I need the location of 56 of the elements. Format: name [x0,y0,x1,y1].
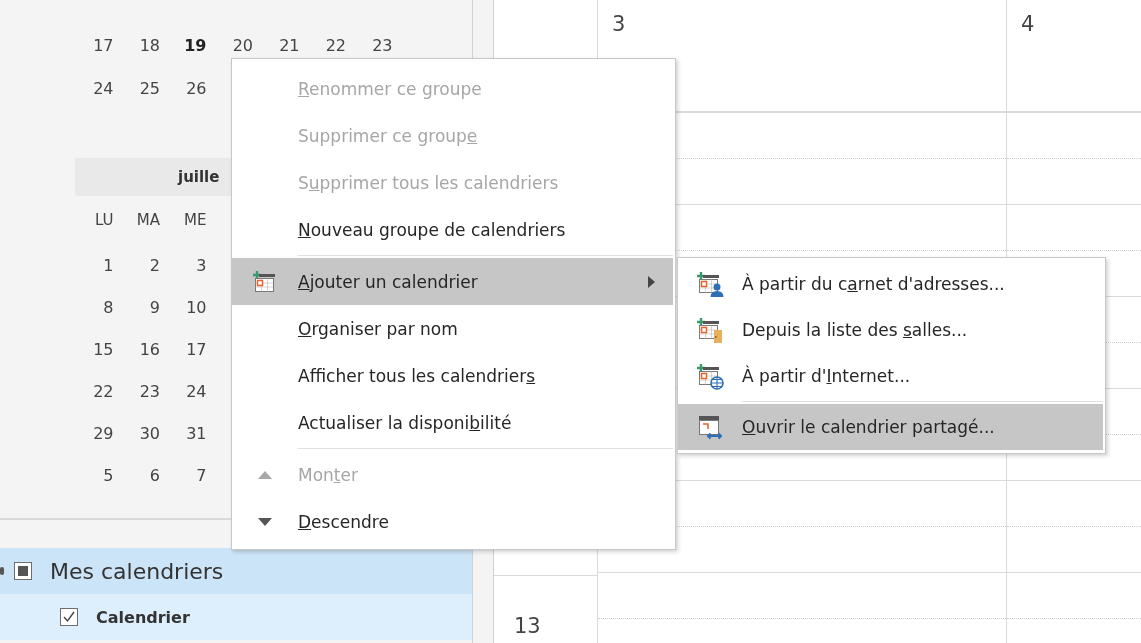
date-cell[interactable]: 29 [71,423,118,443]
month-title: juille [178,168,220,186]
calendar-share-icon [696,413,724,441]
date-cell[interactable]: 9 [117,297,164,317]
menu-item[interactable]: À partir du carnet d'adresses... [678,261,1103,307]
date-cell[interactable]: 20 [210,36,257,55]
date-cell[interactable]: 15 [71,339,118,359]
calendar-globe-icon [696,362,724,390]
menu-item[interactable]: Actualiser la disponibilité [232,399,673,446]
day-number: 4 [1021,12,1035,36]
calendar-add-icon [252,268,278,295]
date-cell[interactable]: 16 [117,339,164,359]
weekday-label: LU [93,211,115,229]
checkbox[interactable] [60,608,78,626]
calendar-door-icon [696,316,724,344]
menu-item[interactable]: Descendre [232,498,673,545]
date-cell[interactable]: 7 [164,465,211,485]
date-cell[interactable]: 24 [71,79,118,98]
menu-item[interactable]: Organiser par nom [232,305,673,352]
date-cell[interactable]: 6 [117,465,164,485]
date-cell[interactable]: 23 [350,36,397,55]
weekday-label: MA [135,211,161,229]
date-cell[interactable]: 31 [164,423,211,443]
menu-item[interactable]: Ajouter un calendrier [232,258,673,305]
time-label: 13 [514,614,541,638]
menu-item[interactable]: À partir d'Internet... [678,353,1103,399]
calendar-group[interactable]: Mes calendriers [0,548,472,594]
date-cell[interactable]: 24 [164,381,211,401]
menu-item[interactable]: Ouvrir le calendrier partagé... [678,404,1103,450]
arrow-up-icon [257,469,273,480]
date-cell[interactable]: 5 [71,465,118,485]
date-cell[interactable]: 18 [117,36,164,55]
date-cell[interactable]: 25 [117,79,164,98]
date-cell[interactable]: 21 [257,36,304,55]
date-cell[interactable]: 22 [71,381,118,401]
weekday-label: ME [183,211,208,229]
calendar-item[interactable]: Calendrier [0,594,472,640]
arrow-down-icon [257,516,273,527]
menu-item[interactable]: Nouveau groupe de calendriers [232,206,673,253]
date-cell[interactable]: 10 [164,297,211,317]
date-cell[interactable]: 2 [117,255,164,275]
date-cell[interactable]: 3 [164,255,211,275]
date-cell[interactable]: 8 [71,297,118,317]
date-cell[interactable]: 22 [303,36,350,55]
date-cell[interactable]: 30 [117,423,164,443]
menu-item[interactable]: Afficher tous les calendriers [232,352,673,399]
date-cell[interactable]: 19 [164,36,211,55]
calendar-person-icon [696,270,724,298]
day-number: 3 [612,12,626,36]
date-cell[interactable]: 26 [164,79,211,98]
menu-item[interactable]: Depuis la liste des salles... [678,307,1103,353]
checkbox[interactable] [14,562,32,580]
date-cell[interactable]: 1 [71,255,118,275]
date-cell[interactable]: 17 [71,36,118,55]
date-cell[interactable]: 23 [117,381,164,401]
date-cell[interactable]: 17 [164,339,211,359]
